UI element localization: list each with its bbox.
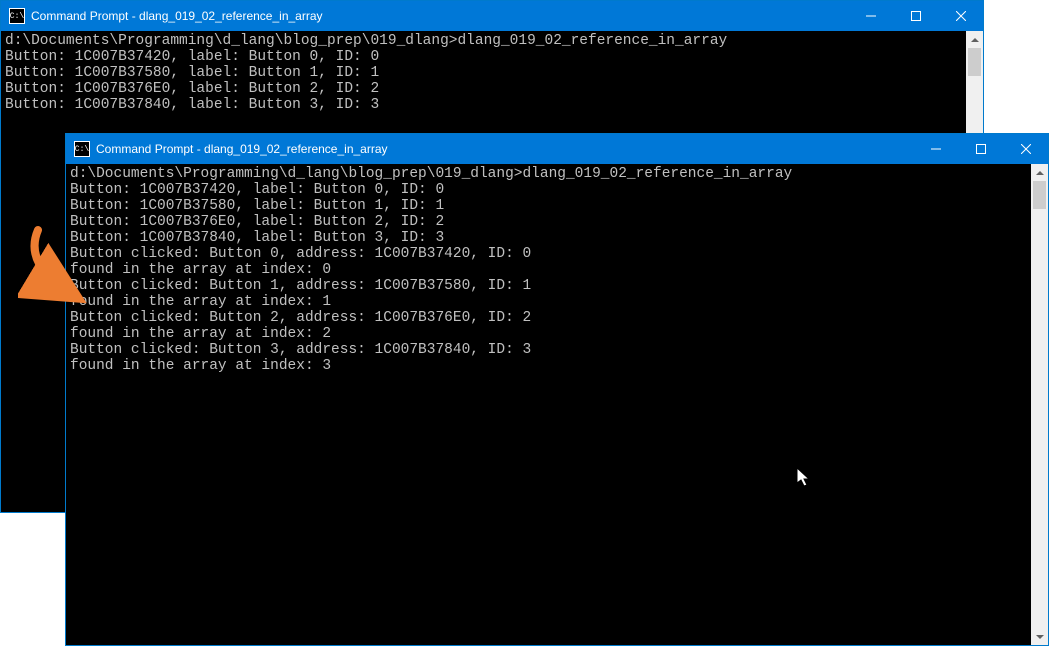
terminal-line: Button: 1C007B37580, label: Button 1, ID…	[70, 198, 1027, 214]
cmd-window-front: C:\ Command Prompt - dlang_019_02_refere…	[65, 133, 1049, 646]
terminal-line: Button clicked: Button 0, address: 1C007…	[70, 246, 1027, 262]
terminal-line: Button: 1C007B37840, label: Button 3, ID…	[5, 97, 962, 113]
titlebar-back[interactable]: C:\ Command Prompt - dlang_019_02_refere…	[1, 1, 983, 31]
terminal-line: d:\Documents\Programming\d_lang\blog_pre…	[70, 166, 1027, 182]
scrollbar-front[interactable]	[1031, 164, 1048, 645]
terminal-line: Button: 1C007B37420, label: Button 0, ID…	[70, 182, 1027, 198]
terminal-output-front[interactable]: d:\Documents\Programming\d_lang\blog_pre…	[66, 164, 1031, 645]
terminal-line: Button: 1C007B376E0, label: Button 2, ID…	[5, 81, 962, 97]
terminal-line: Button: 1C007B37580, label: Button 1, ID…	[5, 65, 962, 81]
terminal-line: found in the array at index: 2	[70, 326, 1027, 342]
cmd-icon: C:\	[74, 141, 90, 157]
minimize-button[interactable]	[848, 1, 893, 31]
terminal-line: d:\Documents\Programming\d_lang\blog_pre…	[5, 33, 962, 49]
close-button[interactable]	[938, 1, 983, 31]
terminal-line: found in the array at index: 0	[70, 262, 1027, 278]
terminal-line: found in the array at index: 3	[70, 358, 1027, 374]
maximize-button[interactable]	[893, 1, 938, 31]
close-button[interactable]	[1003, 134, 1048, 164]
window-title-back: Command Prompt - dlang_019_02_reference_…	[31, 9, 323, 23]
terminal-line: Button clicked: Button 3, address: 1C007…	[70, 342, 1027, 358]
scroll-down-button[interactable]	[1031, 628, 1048, 645]
window-title-front: Command Prompt - dlang_019_02_reference_…	[96, 142, 388, 156]
terminal-line: found in the array at index: 1	[70, 294, 1027, 310]
terminal-line: Button: 1C007B37840, label: Button 3, ID…	[70, 230, 1027, 246]
maximize-button[interactable]	[958, 134, 1003, 164]
terminal-line: Button: 1C007B37420, label: Button 0, ID…	[5, 49, 962, 65]
terminal-line: Button: 1C007B376E0, label: Button 2, ID…	[70, 214, 1027, 230]
minimize-button[interactable]	[913, 134, 958, 164]
terminal-line: Button clicked: Button 2, address: 1C007…	[70, 310, 1027, 326]
scroll-up-button[interactable]	[966, 31, 983, 48]
titlebar-front[interactable]: C:\ Command Prompt - dlang_019_02_refere…	[66, 134, 1048, 164]
scroll-thumb[interactable]	[1033, 181, 1046, 209]
terminal-line: Button clicked: Button 1, address: 1C007…	[70, 278, 1027, 294]
cmd-icon: C:\	[9, 8, 25, 24]
scroll-up-button[interactable]	[1031, 164, 1048, 181]
scroll-thumb[interactable]	[968, 48, 981, 76]
